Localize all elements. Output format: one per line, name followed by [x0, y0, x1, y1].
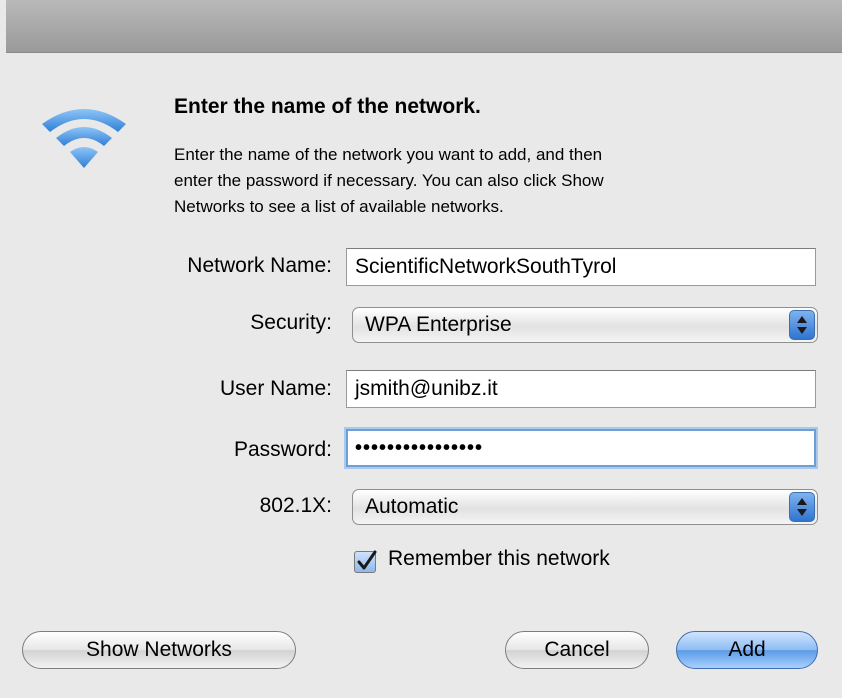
wifi-icon: [34, 100, 134, 180]
password-label: Password:: [233, 438, 332, 461]
description-line: Enter the name of the network you want t…: [174, 145, 603, 164]
description-line: enter the password if necessary. You can…: [174, 171, 604, 190]
description-line: Networks to see a list of available netw…: [174, 197, 504, 216]
user-name-label: User Name:: [219, 377, 332, 400]
network-name-label: Network Name:: [187, 254, 332, 277]
network-name-field[interactable]: ScientificNetworkSouthTyrol: [346, 248, 816, 286]
password-mask: ••••••••••••••••: [355, 437, 484, 459]
cancel-button[interactable]: Cancel: [505, 631, 649, 669]
dialog-description: Enter the name of the network you want t…: [174, 142, 814, 220]
security-value: WPA Enterprise: [365, 313, 512, 336]
eap-popup[interactable]: Automatic: [352, 489, 818, 525]
popup-arrows-icon: [789, 492, 815, 522]
popup-arrows-icon: [789, 310, 815, 340]
eap-label: 802.1X:: [259, 494, 332, 517]
remember-network-checkbox[interactable]: [354, 550, 377, 573]
join-network-sheet: Enter the name of the network. Enter the…: [0, 0, 842, 698]
remember-network-label[interactable]: Remember this network: [388, 547, 610, 571]
user-name-field[interactable]: jsmith@unibz.it: [346, 370, 816, 408]
eap-value: Automatic: [365, 495, 459, 518]
security-label: Security:: [250, 311, 332, 334]
show-networks-button[interactable]: Show Networks: [22, 631, 296, 669]
checkmark-icon: [357, 550, 377, 570]
add-button[interactable]: Add: [676, 631, 818, 669]
window-titlebar: [6, 0, 842, 53]
security-popup[interactable]: WPA Enterprise: [352, 307, 818, 343]
password-field[interactable]: ••••••••••••••••: [346, 429, 816, 467]
dialog-heading: Enter the name of the network.: [174, 95, 481, 118]
